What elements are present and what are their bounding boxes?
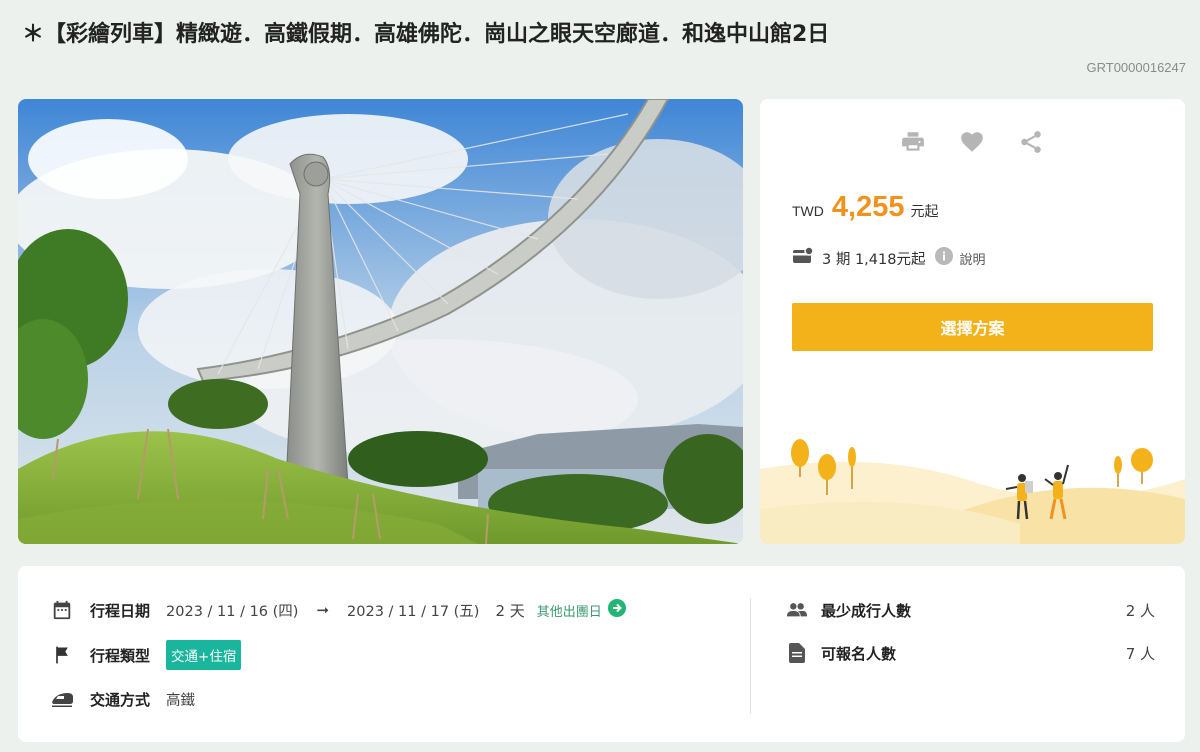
info-divider: [750, 598, 751, 714]
other-dates-label: 其他出團日: [536, 604, 602, 620]
start-date: 2023 / 11 / 16 (四): [166, 603, 299, 620]
group-icon: [785, 598, 809, 622]
main-photo[interactable]: [18, 99, 743, 544]
other-dates-link[interactable]: 其他出團日: [537, 599, 626, 621]
action-icons: [760, 129, 1185, 155]
installment-row: 3 期 1,418元起 說明: [792, 246, 985, 269]
min-group-row: 最少成行人數 2 人: [785, 596, 1155, 624]
arrow-circle-icon: [607, 599, 626, 621]
travelers-illustration: [760, 429, 1185, 544]
trip-type-label: 行程類型: [90, 646, 151, 665]
calendar-icon: [50, 598, 74, 622]
page-title: ＊【彩繪列車】精緻遊．高鐵假期．高雄佛陀．崗山之眼天空廊道．和逸中山館2日: [22, 22, 830, 47]
flag-icon: [50, 643, 74, 667]
trip-type-badge: 交通+住宿: [166, 640, 242, 670]
price-card: TWD 4,255 元起 3 期 1,418元起 說明 選擇方案: [760, 99, 1185, 544]
share-icon[interactable]: [1018, 129, 1044, 155]
info-icon[interactable]: [935, 247, 954, 269]
high-speed-train-icon: [50, 687, 74, 711]
end-date: 2023 / 11 / 17 (五): [347, 603, 480, 620]
transport-row: 交通方式 高鐵: [50, 685, 195, 713]
print-icon[interactable]: [900, 129, 926, 155]
credit-card-icon: [792, 246, 814, 269]
price-row: TWD 4,255 元起: [792, 191, 938, 224]
trip-duration: 2 天: [495, 601, 525, 620]
transport-value: 高鐵: [166, 692, 196, 709]
price-suffix: 元起: [910, 204, 939, 220]
price-currency: TWD: [792, 203, 824, 219]
product-code: GRT0000016247: [1086, 60, 1186, 75]
available-seats-label: 可報名人數: [821, 644, 897, 663]
trip-date-label: 行程日期: [90, 601, 151, 620]
trip-info-card: 行程日期 2023 / 11 / 16 (四) ➞ 2023 / 11 / 17…: [18, 566, 1185, 742]
available-seats-row: 可報名人數 7 人: [785, 639, 1155, 667]
transport-label: 交通方式: [90, 690, 151, 709]
price-amount: 4,255: [831, 191, 905, 223]
available-seats-count: 7 人: [1125, 644, 1155, 663]
heart-icon[interactable]: [959, 129, 985, 155]
min-group-count: 2 人: [1125, 601, 1155, 620]
installment-text: 3 期 1,418元起: [822, 251, 926, 268]
choose-plan-button[interactable]: 選擇方案: [792, 303, 1153, 351]
trip-date-row: 行程日期 2023 / 11 / 16 (四) ➞ 2023 / 11 / 17…: [50, 596, 626, 624]
trip-type-row: 行程類型 交通+住宿: [50, 640, 242, 670]
document-icon: [785, 641, 809, 665]
sky-bridge-photo: [18, 99, 743, 544]
arrow-right-icon: ➞: [316, 601, 330, 619]
installment-explain-link[interactable]: 說明: [959, 249, 985, 268]
min-group-label: 最少成行人數: [821, 601, 912, 620]
